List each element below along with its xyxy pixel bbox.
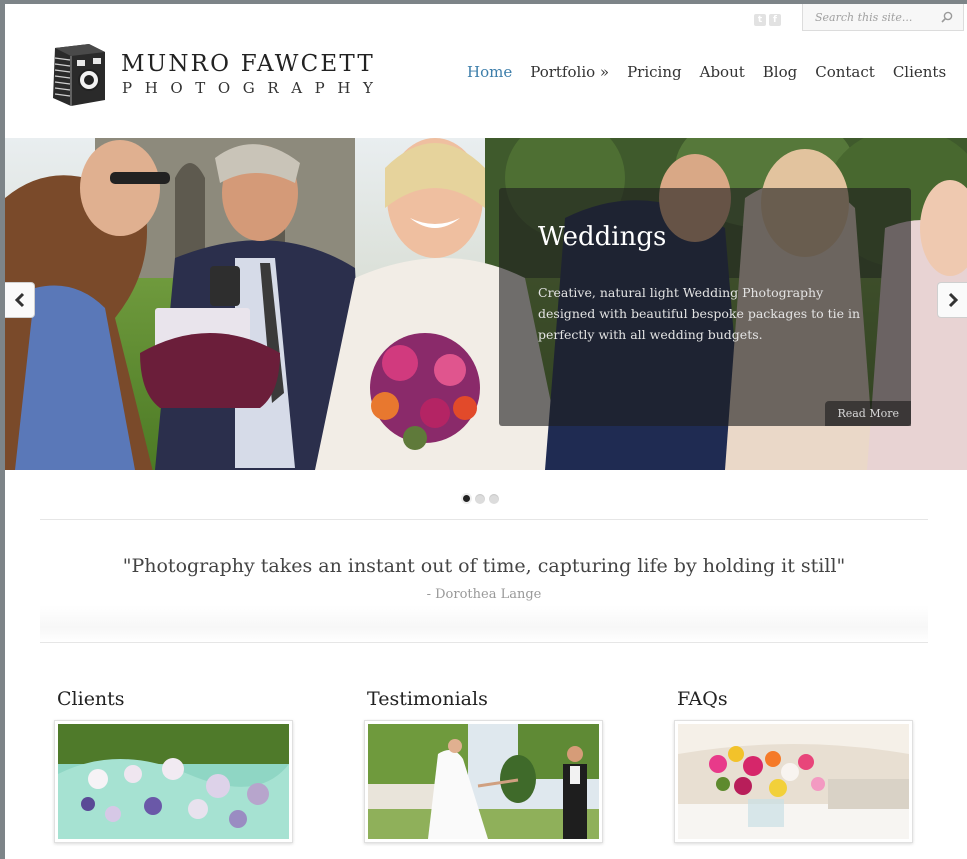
brand-tagline: PHOTOGRAPHY	[122, 79, 386, 97]
page: t f MUNRO FAWCETT PHOTOGRAPHY	[5, 4, 967, 859]
faqs-thumbnail[interactable]	[674, 720, 913, 843]
column-title: Clients	[57, 688, 125, 710]
nav-about[interactable]: About	[700, 63, 745, 81]
divider	[40, 519, 928, 520]
search-input[interactable]	[803, 4, 933, 30]
brand-name: MUNRO FAWCETT	[121, 51, 375, 77]
couple-photo	[368, 724, 599, 839]
faqs-column: FAQs	[674, 688, 914, 843]
nav-contact[interactable]: Contact	[815, 63, 875, 81]
quote-band	[40, 520, 928, 642]
slider-dot-1[interactable]	[463, 495, 470, 502]
main-nav: Home Portfolio » Pricing About Blog Cont…	[467, 63, 964, 81]
slide-caption: Weddings Creative, natural light Wedding…	[499, 188, 911, 426]
slide-description: Creative, natural light Wedding Photogra…	[538, 285, 861, 342]
facebook-icon[interactable]: f	[769, 14, 781, 26]
nav-clients[interactable]: Clients	[893, 63, 946, 81]
search-icon[interactable]	[941, 11, 953, 23]
nav-blog[interactable]: Blog	[763, 63, 797, 81]
testimonials-column: Testimonials	[364, 688, 604, 843]
slider-prev-button[interactable]	[5, 282, 35, 318]
slide-title: Weddings	[538, 222, 667, 252]
slider-pagination	[462, 494, 499, 504]
nav-portfolio[interactable]: Portfolio »	[530, 63, 609, 81]
quote-text: "Photography takes an instant out of tim…	[122, 555, 846, 577]
quote-author: - Dorothea Lange	[426, 587, 542, 602]
hero-slider: Weddings Creative, natural light Wedding…	[5, 138, 967, 470]
search-box	[802, 4, 964, 31]
slider-dot-3[interactable]	[489, 494, 499, 504]
slider-next-button[interactable]	[937, 282, 967, 318]
divider	[40, 642, 928, 643]
chevron-right-icon	[948, 292, 958, 308]
boutonniere-photo	[58, 724, 289, 839]
nav-home[interactable]: Home	[467, 63, 512, 81]
clients-column: Clients	[54, 688, 294, 843]
site-logo[interactable]: MUNRO FAWCETT PHOTOGRAPHY	[49, 40, 389, 110]
chevron-left-icon	[14, 292, 24, 308]
flowers-photo	[678, 724, 909, 839]
twitter-icon[interactable]: t	[754, 14, 766, 26]
social-links: t f	[754, 14, 781, 26]
camera-logo-icon	[53, 44, 105, 106]
clients-thumbnail[interactable]	[54, 720, 293, 843]
nav-pricing[interactable]: Pricing	[627, 63, 682, 81]
testimonials-thumbnail[interactable]	[364, 720, 603, 843]
column-title: Testimonials	[367, 688, 488, 710]
read-more-button[interactable]: Read More	[825, 401, 911, 426]
slider-dot-2[interactable]	[475, 494, 485, 504]
column-title: FAQs	[677, 688, 728, 710]
